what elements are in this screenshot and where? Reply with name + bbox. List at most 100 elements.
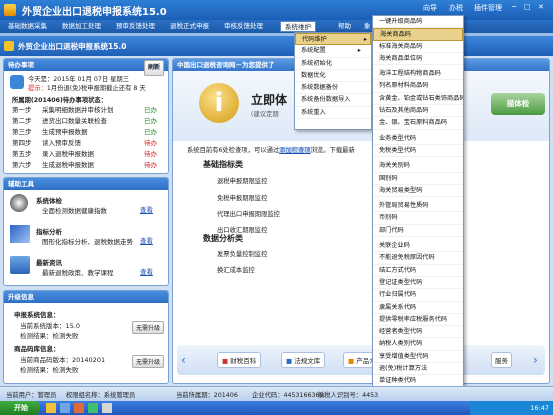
info-icon: i (199, 83, 239, 123)
taskbar-app-icon[interactable] (102, 403, 112, 413)
app-title: 外贸企业出口退税申报系统15.0 (22, 7, 167, 18)
maximize-icon[interactable]: □ (524, 3, 531, 11)
menu-review-feedback[interactable]: 审核反馈处理 (220, 21, 267, 32)
menu-item-code-maintenance[interactable]: 代码维护 ▸ (295, 33, 371, 46)
scroll-right-icon[interactable]: › (533, 353, 538, 367)
menu-item-system-init[interactable]: 系统初始化 (295, 58, 371, 70)
menu-item-system-config[interactable]: 系统配置 ▸ (295, 45, 371, 58)
code-menu-item[interactable]: 海关商品码 (373, 28, 463, 41)
code-menu-item[interactable]: 含黄金、铂金或钻石类饰商品码 (373, 93, 463, 106)
wiki-button[interactable]: ■ 财税百科 (217, 352, 262, 368)
submenu-arrow-icon: ▸ (357, 47, 361, 55)
taskbar-app-icon[interactable] (46, 403, 56, 413)
step-row[interactable]: 第四步 读入预审反馈 待办 (12, 137, 162, 148)
code-menu-item[interactable]: 海关贸易类型码 (373, 185, 463, 198)
tasks-panel: 待办事项 刷新 今天是：2015年 01月 07日 星期三 提示：1月份退(免)… (3, 58, 169, 174)
refresh-button[interactable]: 刷新 (143, 60, 164, 76)
taskbar-app-icon[interactable] (60, 403, 70, 413)
step-text: 生成退税申报数据 (42, 161, 94, 169)
basic-item[interactable]: 免税申报期限监控 (217, 193, 267, 202)
scan-checkup-button[interactable]: 描体检 (491, 93, 545, 115)
menu-item-system-reenter[interactable]: 系统重入 (295, 107, 371, 120)
code-menu-item[interactable]: 免税类型代码 (373, 145, 463, 158)
menu-item-backup-import[interactable]: 系统备份数据导入 (295, 94, 371, 107)
tool-desc: 全面检测数据健康指数 (42, 207, 107, 215)
taskbar-app-icon[interactable] (74, 403, 84, 413)
step-row[interactable]: 第五步 录入退税申报数据 待办 (12, 148, 162, 159)
code-menu-item[interactable]: 钻石及其他商品码 (373, 105, 463, 118)
code-menu-item[interactable]: 退(免)税计算方法 (373, 363, 463, 376)
code-menu-item[interactable]: 外管局贸易性质码 (373, 200, 463, 213)
menu-data-collection[interactable]: 基础数据采集 (4, 21, 51, 32)
code-menu-item[interactable]: 纳税人类别代码 (373, 338, 463, 351)
analysis-section-title: 数据分析类 (203, 234, 243, 243)
code-menu-item[interactable]: 标准海关商品码 (373, 41, 463, 53)
minimize-icon[interactable]: ─ (512, 3, 516, 11)
menu-item-label: 系统配置 (301, 47, 326, 55)
step-status: 已办 (144, 128, 157, 136)
menu-bar: 基础数据采集 数据加工处理 预审反馈处理 退税正式申报 审核反馈处理 系统维护 … (0, 20, 553, 33)
period-label: 所属期(201406)待办事项状态： (12, 97, 108, 104)
tool-view-link[interactable]: 查看 (140, 235, 153, 245)
law-button[interactable]: ■ 法规文库 (281, 352, 326, 368)
plugin-link[interactable]: 插件管理 (474, 3, 502, 13)
app-upgrade-button[interactable]: 无需升级 (132, 321, 165, 334)
close-icon[interactable]: ✕ (538, 3, 544, 11)
code-menu-item[interactable]: 部门代码 (373, 225, 463, 238)
add-check-item-link[interactable]: 添加检查项 (279, 147, 311, 154)
code-menu-item[interactable]: 业务类型代码 (373, 133, 463, 145)
taskbar: 开始 16:47 (0, 401, 553, 415)
menu-help[interactable]: 帮助 (334, 21, 355, 32)
code-menu-item[interactable]: 隶属关系代码 (373, 302, 463, 314)
calendar-icon (10, 75, 24, 89)
service-button[interactable]: 服务 (491, 352, 512, 368)
step-row[interactable]: 第一步 采集明细数据并审核计划 已办 (12, 104, 162, 115)
code-menu-item[interactable]: 登记证类型代码 (373, 277, 463, 290)
tax-link[interactable]: 办税 (449, 3, 463, 13)
step-status: 已办 (144, 117, 157, 125)
code-menu-item[interactable]: 关联企业码 (373, 240, 463, 253)
menu-data-processing[interactable]: 数据加工处理 (58, 21, 105, 32)
analysis-item[interactable]: 换汇成本监控 (217, 265, 255, 274)
subheader-title: 外贸企业出口退税申报系统15.0 (18, 42, 127, 51)
status-taxpayer-id: 纳税人识别号：4453 (318, 392, 379, 399)
step-row[interactable]: 第六步 生成退税申报数据 待办 (12, 159, 162, 170)
scroll-left-icon[interactable]: ‹ (181, 353, 186, 367)
code-menu-item[interactable]: 海关关别码 (373, 160, 463, 173)
code-menu-item[interactable]: 国别码 (373, 173, 463, 185)
code-menu-item[interactable]: 币别码 (373, 212, 463, 225)
code-menu-item[interactable]: 提供零税率应税服务代码 (373, 314, 463, 327)
menu-pre-review[interactable]: 预审反馈处理 (112, 21, 159, 32)
menu-system-maintenance[interactable]: 系统维护 (280, 21, 316, 32)
code-menu-item[interactable]: 海洋工程结构物商品码 (373, 68, 463, 81)
step-row[interactable]: 第三步 生成预申报数据 已办 (12, 126, 162, 137)
start-button[interactable]: 开始 (0, 401, 40, 415)
step-name: 第四步 (12, 139, 32, 147)
menu-item-data-optimize[interactable]: 数据优化 (295, 70, 371, 83)
code-menu-item[interactable]: 金、银、宝石原料商品码 (373, 117, 463, 130)
tools-header: 辅助工具 (4, 178, 168, 190)
code-menu-item[interactable]: 不能退免税原因代码 (373, 252, 463, 265)
wizard-link[interactable]: 向导 (423, 3, 437, 13)
menu-item-data-backup[interactable]: 系统数据备份 (295, 82, 371, 95)
tool-view-link[interactable]: 查看 (140, 204, 153, 214)
code-menu-item[interactable]: 列名原材料商品码 (373, 80, 463, 93)
code-menu-item[interactable]: 结汇方式代码 (373, 265, 463, 277)
code-menu-item[interactable]: 行业归属代码 (373, 289, 463, 302)
upgrade-panel: 升级信息 申报系统信息： 当前系统版本：15.0 检测结果：检测失败 无需升级 … (3, 290, 169, 384)
step-name: 第六步 (12, 161, 32, 169)
today-text: 今天是：2015年 01月 07日 星期三 (28, 76, 130, 83)
basic-item[interactable]: 退税申报期限监控 (217, 176, 267, 185)
code-upgrade-button[interactable]: 无需升级 (132, 355, 165, 368)
tool-view-link[interactable]: 查看 (140, 266, 153, 276)
taskbar-app-icon[interactable] (88, 403, 98, 413)
code-menu-item[interactable]: 一键升级商品码 (373, 16, 463, 29)
step-row[interactable]: 第二步 进货出口数量关联检查 已办 (12, 115, 162, 126)
code-menu-item[interactable]: 经营者类型代码 (373, 326, 463, 339)
code-menu-item[interactable]: 享受增值类型代码 (373, 351, 463, 364)
analysis-item[interactable]: 发票负量控制监控 (217, 249, 267, 258)
reminder-line: 提示：1月份退(免)税申报期截止还有 8 天 (28, 83, 146, 92)
basic-item[interactable]: 代理出口申报期限监控 (217, 209, 280, 218)
menu-formal-declare[interactable]: 退税正式申报 (166, 21, 213, 32)
code-menu-item[interactable]: 海关商品单位码 (373, 53, 463, 66)
